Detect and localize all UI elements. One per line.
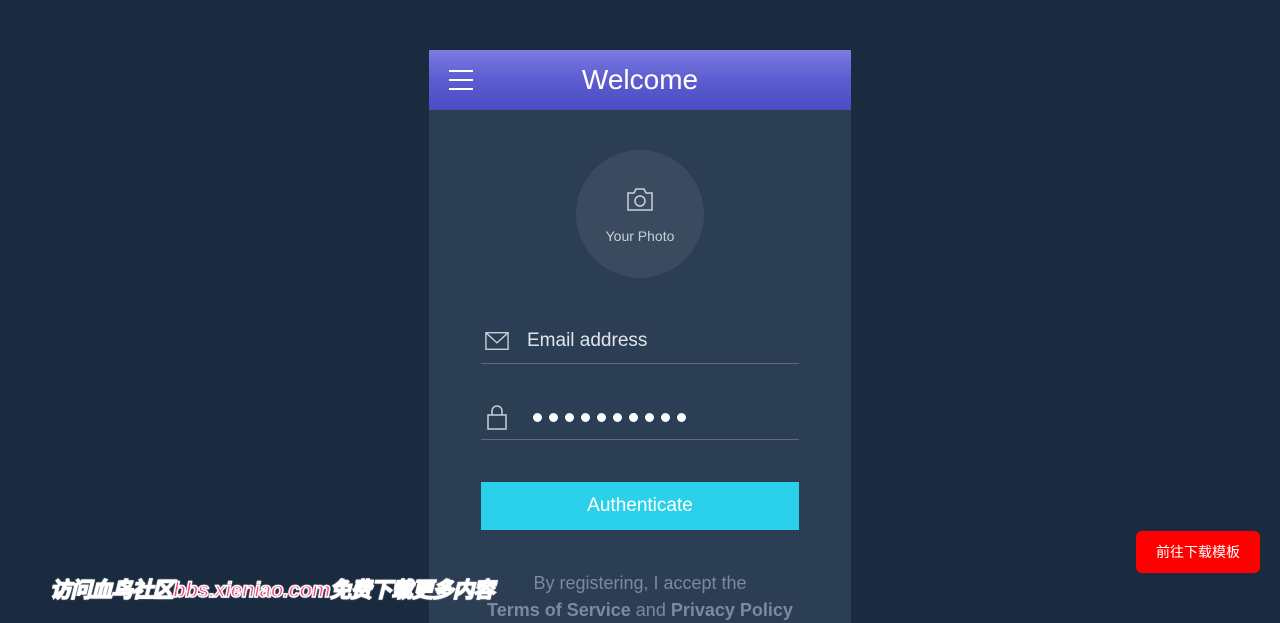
menu-icon[interactable] xyxy=(449,70,473,90)
email-input[interactable] xyxy=(527,330,795,352)
terms-connector: and xyxy=(636,600,666,620)
camera-icon xyxy=(624,185,656,218)
password-field-row[interactable] xyxy=(481,396,799,440)
avatar-label: Your Photo xyxy=(606,228,675,244)
login-form: Authenticate xyxy=(429,320,851,530)
lock-icon xyxy=(485,405,509,429)
avatar-section: Your Photo xyxy=(429,150,851,278)
terms-prefix: By registering, I accept the xyxy=(533,573,746,593)
watermark-text: 访问血鸟社区bbs.xieniao.com免费下载更多内容 xyxy=(50,574,494,604)
email-icon xyxy=(485,329,509,353)
card-header: Welcome xyxy=(429,50,851,110)
header-title: Welcome xyxy=(582,64,698,96)
avatar-upload[interactable]: Your Photo xyxy=(576,150,704,278)
download-template-button[interactable]: 前往下载模板 xyxy=(1136,531,1260,573)
authenticate-button[interactable]: Authenticate xyxy=(481,482,799,530)
privacy-policy-link[interactable]: Privacy Policy xyxy=(671,600,793,620)
terms-of-service-link[interactable]: Terms of Service xyxy=(487,600,631,620)
password-input[interactable] xyxy=(527,413,686,422)
email-field-row xyxy=(481,320,799,364)
login-card: Welcome Your Photo xyxy=(429,50,851,623)
